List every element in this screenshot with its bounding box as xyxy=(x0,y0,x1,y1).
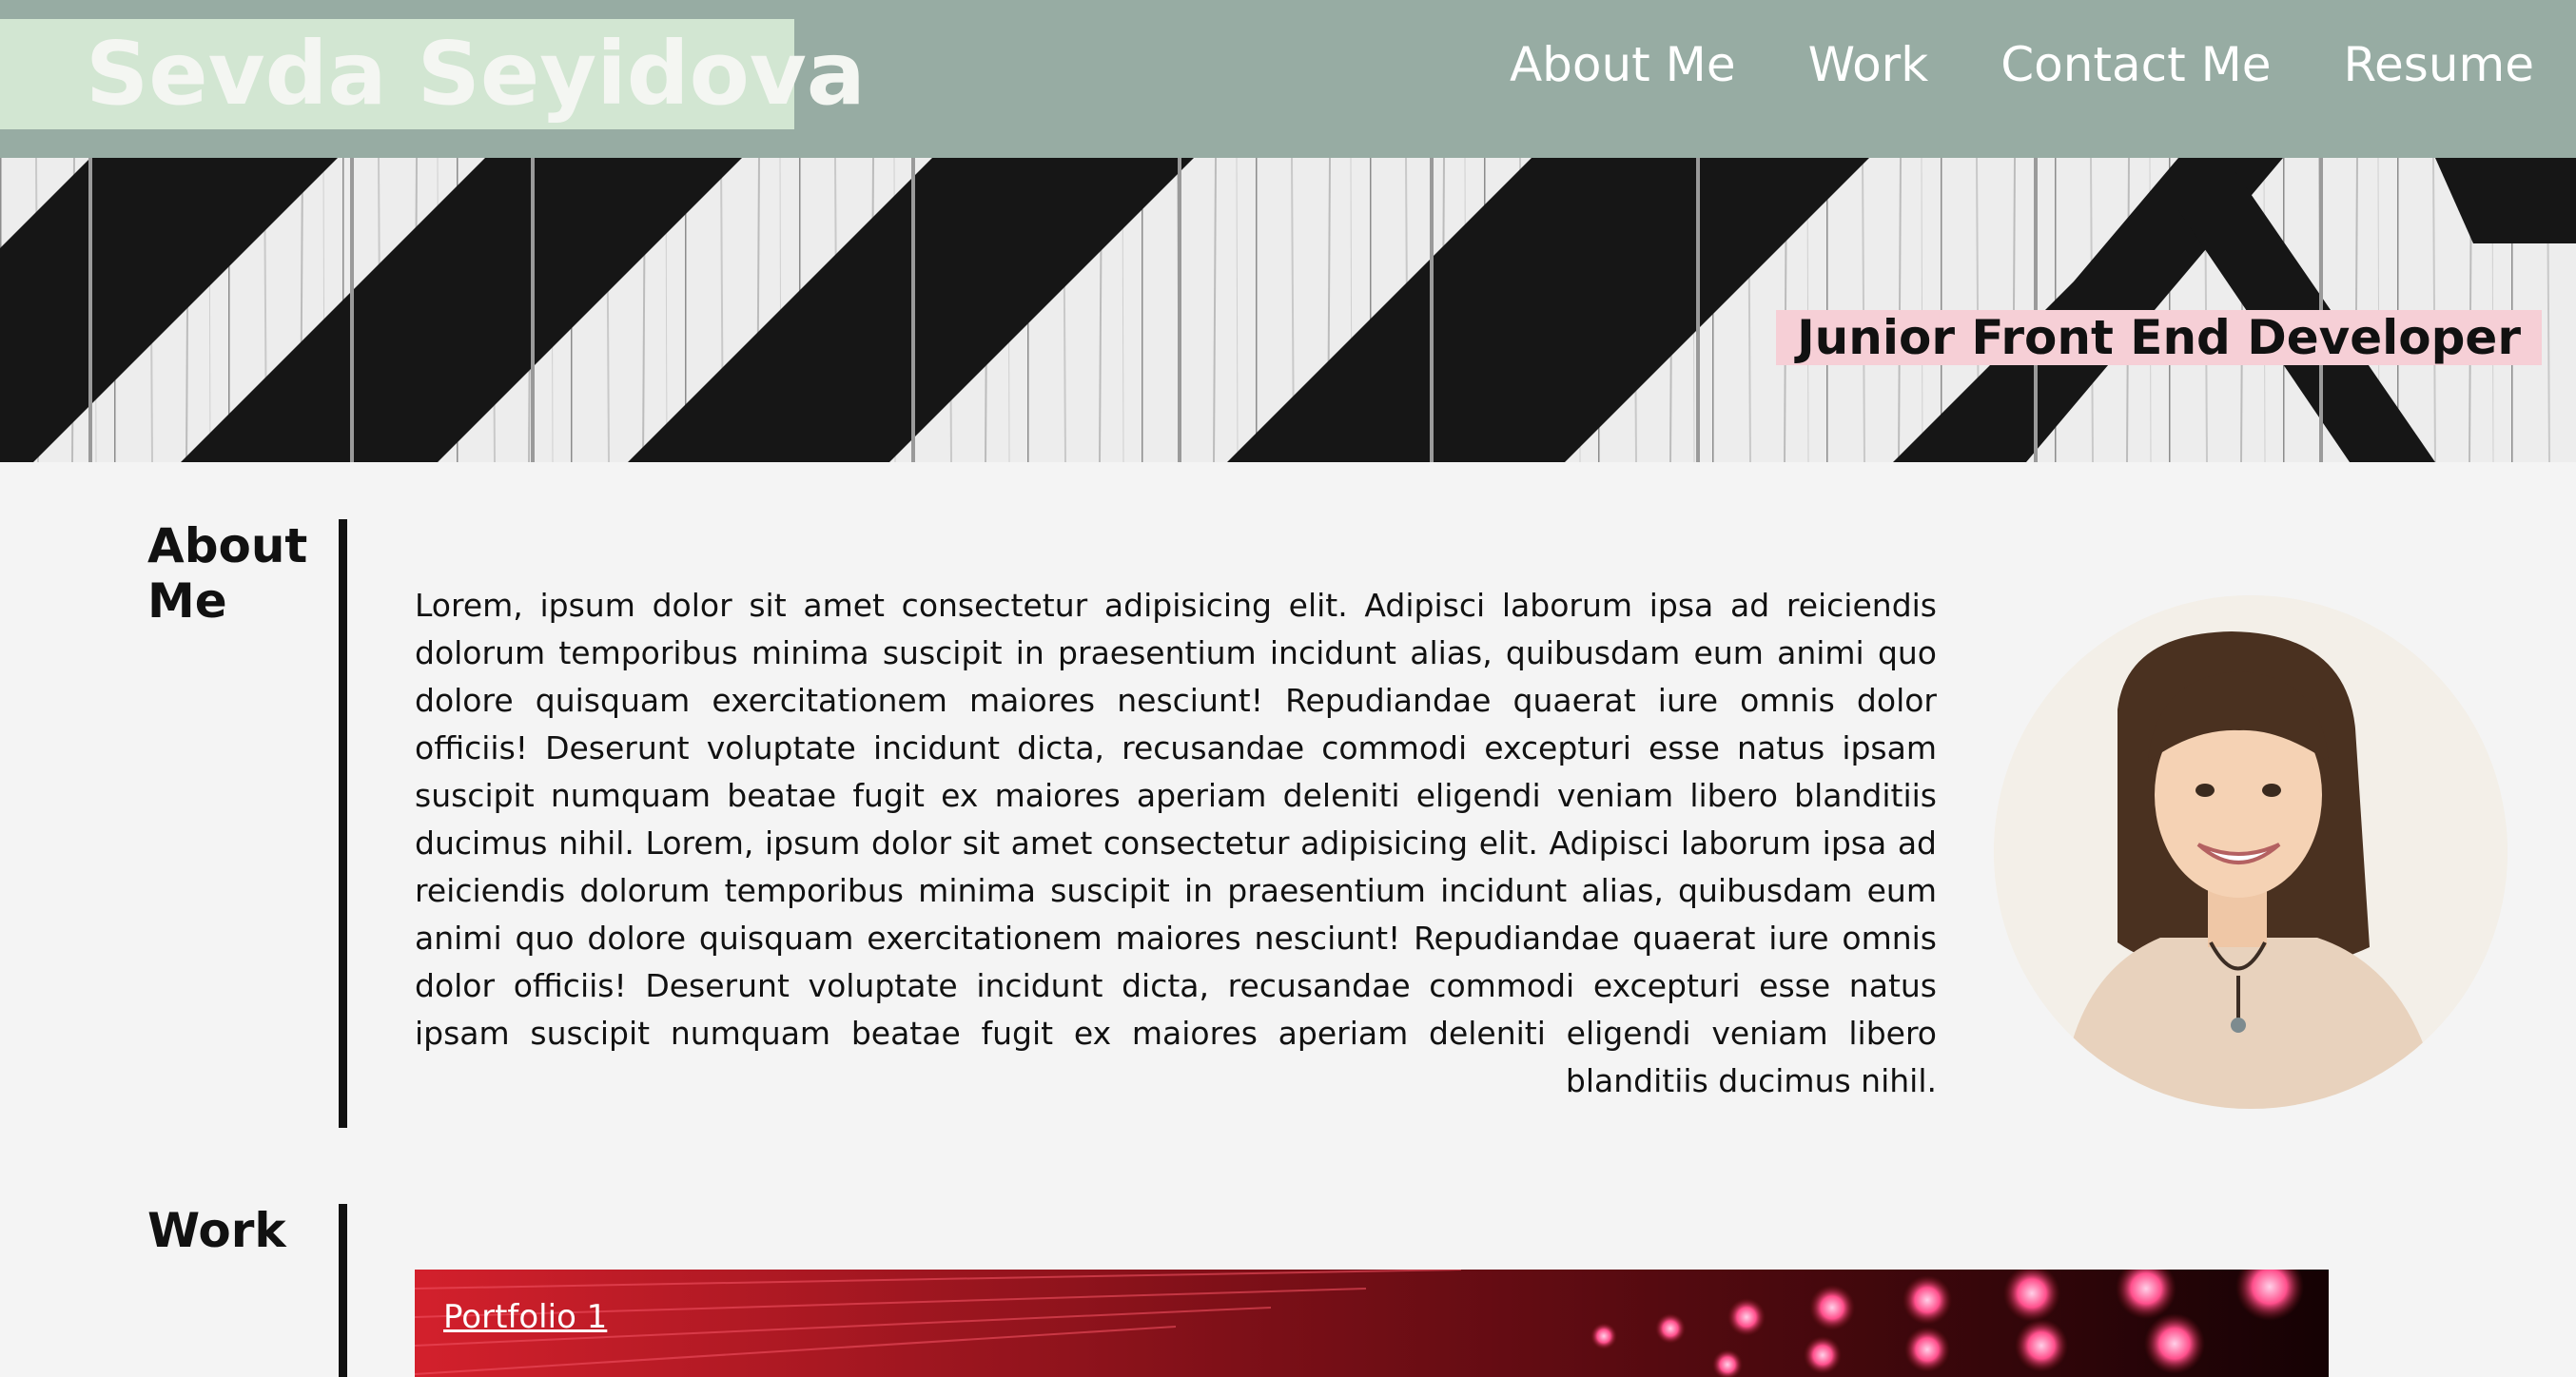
work-divider xyxy=(339,1204,347,1377)
nav-resume[interactable]: Resume xyxy=(2344,27,2534,103)
portfolio-thumbnail-lights xyxy=(415,1270,2329,1377)
profile-photo xyxy=(1994,595,2508,1109)
hero-tagline: Junior Front End Developer xyxy=(1776,310,2542,365)
hero-banner: Junior Front End Developer xyxy=(0,158,2576,462)
nav-contact-me[interactable]: Contact Me xyxy=(2000,27,2271,103)
nav-work[interactable]: Work xyxy=(1808,27,1929,103)
about-paragraph: Lorem, ipsum dolor sit amet consectetur … xyxy=(415,587,1937,1099)
nav-about-me[interactable]: About Me xyxy=(1510,27,1736,103)
site-brand[interactable]: Sevda Seyidova xyxy=(0,19,866,129)
site-header: Sevda Seyidova About Me Work Contact Me … xyxy=(0,0,2576,158)
portfolio-card[interactable]: Portfolio 1 xyxy=(415,1270,2329,1377)
portfolio-link-1[interactable]: Portfolio 1 xyxy=(443,1298,607,1336)
main-nav: About Me Work Contact Me Resume xyxy=(1510,27,2534,103)
profile-photo-illustration xyxy=(1994,595,2508,1109)
about-section-title: About Me xyxy=(147,518,308,629)
work-section-title: Work xyxy=(147,1203,286,1258)
about-divider xyxy=(339,519,347,1128)
